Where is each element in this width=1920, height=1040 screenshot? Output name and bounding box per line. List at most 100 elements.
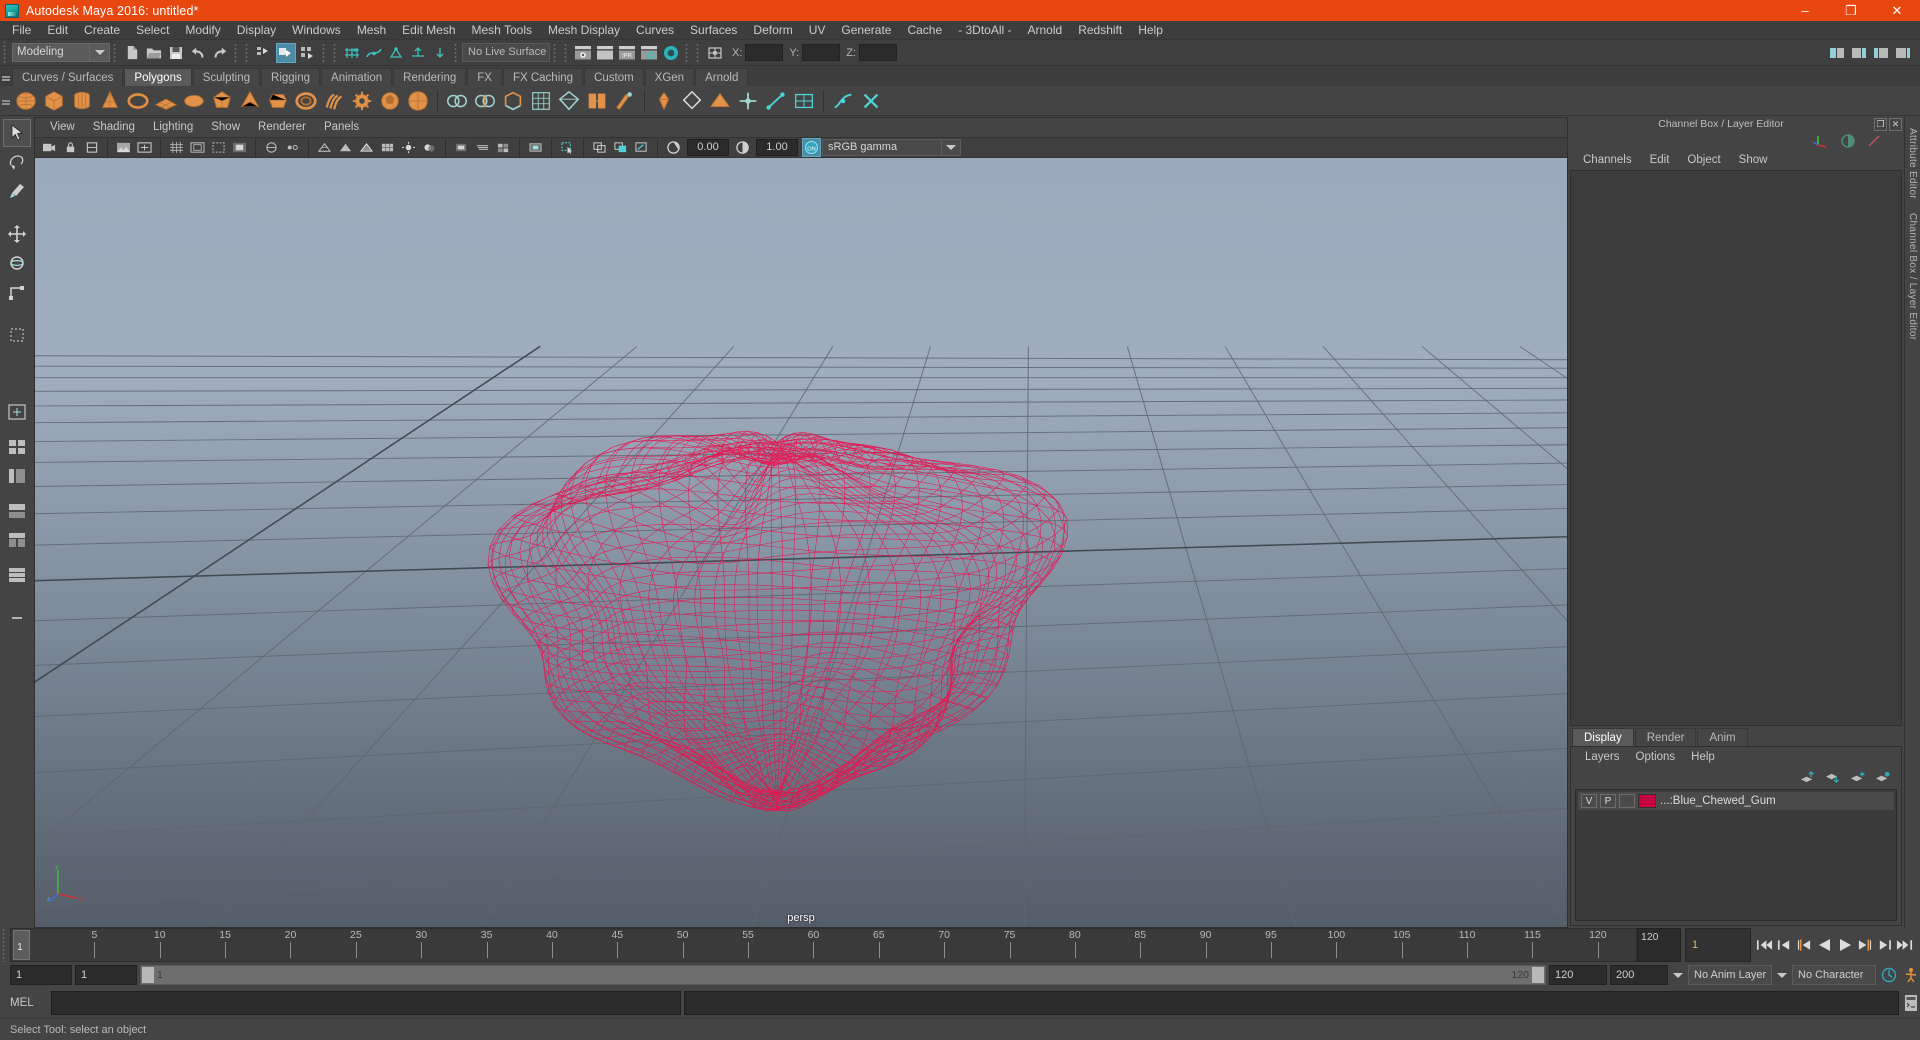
create-empty-layer-icon[interactable] <box>1849 771 1866 784</box>
poly-reduce-icon[interactable] <box>858 88 884 114</box>
layer-playback-toggle[interactable]: P <box>1600 794 1616 808</box>
bevel-icon[interactable] <box>556 88 582 114</box>
current-frame-field[interactable]: 1 <box>1685 928 1751 962</box>
layer-list[interactable]: V P ...:Blue_Chewed_Gum <box>1575 789 1897 921</box>
layer-tab-render[interactable]: Render <box>1634 728 1697 746</box>
menu-set-dropdown-arrow[interactable] <box>90 43 110 62</box>
motion-blur-icon[interactable] <box>473 138 492 157</box>
range-slider-track[interactable]: 1 120 <box>140 965 1546 985</box>
exposure-icon[interactable] <box>664 138 683 157</box>
animation-end-field[interactable]: 200 <box>1610 965 1668 985</box>
shelf-tab-arnold[interactable]: Arnold <box>695 68 749 86</box>
isolate-select-icon[interactable] <box>526 138 545 157</box>
range-start-field[interactable]: 1 <box>75 965 137 985</box>
layer-name[interactable]: ...:Blue_Chewed_Gum <box>1660 795 1776 807</box>
target-weld-icon[interactable] <box>763 88 789 114</box>
range-right-handle[interactable] <box>1532 967 1544 983</box>
wireframe-mode-icon[interactable] <box>315 138 334 157</box>
coord-x-field[interactable] <box>745 44 784 61</box>
layer-tab-anim[interactable]: Anim <box>1697 728 1748 746</box>
character-set-dropdown-arrow[interactable] <box>1775 965 1789 985</box>
auto-keyframe-icon[interactable] <box>1879 965 1898 985</box>
snap-to-curve-icon[interactable] <box>364 43 384 63</box>
menu-edit-mesh[interactable]: Edit Mesh <box>394 21 463 40</box>
menu-cache[interactable]: Cache <box>899 21 950 40</box>
viewport-menu-shading[interactable]: Shading <box>84 118 144 137</box>
scale-tool[interactable] <box>3 278 31 306</box>
layer-menu-help[interactable]: Help <box>1683 747 1723 767</box>
modeling-toolkit-icon[interactable] <box>1812 133 1830 149</box>
shelf-tab-xgen[interactable]: XGen <box>644 68 695 86</box>
shelf-row-grip[interactable] <box>0 88 12 114</box>
animation-start-field[interactable]: 1 <box>10 965 72 985</box>
poly-platonic-icon[interactable] <box>209 88 235 114</box>
select-tool[interactable] <box>3 119 31 147</box>
two-d-pan-zoom-icon[interactable] <box>135 138 154 157</box>
close-button[interactable]: ✕ <box>1874 0 1920 21</box>
menu-arnold[interactable]: Arnold <box>1020 21 1071 40</box>
step-forward-keyframe-icon[interactable] <box>1875 935 1894 955</box>
menu-mesh[interactable]: Mesh <box>349 21 394 40</box>
exposure-field[interactable]: 0.00 <box>687 139 729 156</box>
color-management-toggle-icon[interactable]: ON <box>802 138 821 157</box>
add-layout-bookmark[interactable] <box>3 604 31 632</box>
menu-mesh-tools[interactable]: Mesh Tools <box>464 21 540 40</box>
xray-joints-icon[interactable] <box>283 138 302 157</box>
undo-icon[interactable] <box>188 43 208 63</box>
command-input-field[interactable] <box>51 991 681 1015</box>
go-to-end-icon[interactable] <box>1895 935 1914 955</box>
statusline-grip[interactable] <box>2 41 9 64</box>
show-hide-modeling-toolkit-icon[interactable] <box>1827 43 1847 63</box>
shaded-wireframe-mode-icon[interactable] <box>357 138 376 157</box>
grid-toggle-icon[interactable] <box>167 138 186 157</box>
menu-display[interactable]: Display <box>229 21 284 40</box>
render-view-icon[interactable] <box>573 43 593 63</box>
combine-icon[interactable] <box>444 88 470 114</box>
select-by-component-icon[interactable] <box>298 43 318 63</box>
shelf-tab-custom[interactable]: Custom <box>584 68 644 86</box>
layer-shading-toggle[interactable] <box>1619 794 1635 808</box>
view-transform-c-icon[interactable] <box>632 138 651 157</box>
time-slider-playhead[interactable]: 1 <box>13 930 30 960</box>
camera-attributes-icon[interactable] <box>82 138 101 157</box>
channel-box-menu-object[interactable]: Object <box>1678 150 1729 170</box>
channel-box-menu-show[interactable]: Show <box>1730 150 1777 170</box>
marquee-select-icon[interactable] <box>558 138 577 157</box>
attribute-editor-tab[interactable]: Attribute Editor <box>1907 128 1918 199</box>
menu-select[interactable]: Select <box>128 21 177 40</box>
render-settings-icon[interactable] <box>639 43 659 63</box>
step-back-frame-icon[interactable] <box>1795 935 1814 955</box>
layer-menu-layers[interactable]: Layers <box>1577 747 1628 767</box>
menu-modify[interactable]: Modify <box>177 21 228 40</box>
multisample-icon[interactable] <box>494 138 513 157</box>
coord-z-field[interactable] <box>858 44 897 61</box>
image-plane-icon[interactable] <box>114 138 133 157</box>
snap-to-point-icon[interactable] <box>386 43 406 63</box>
smooth-icon[interactable] <box>679 88 705 114</box>
shelf-tab-rendering[interactable]: Rendering <box>393 68 467 86</box>
shelf-tab-polygons[interactable]: Polygons <box>124 68 192 86</box>
xray-toggle-icon[interactable] <box>262 138 281 157</box>
menu-redshift[interactable]: Redshift <box>1070 21 1130 40</box>
single-perspective-layout[interactable] <box>3 398 31 426</box>
shelf-tab-fx[interactable]: FX <box>467 68 502 86</box>
shelf-tab-grip[interactable] <box>0 68 12 86</box>
color-management-dropdown-arrow[interactable] <box>942 139 961 156</box>
poly-pyramid-icon[interactable] <box>237 88 263 114</box>
menu-windows[interactable]: Windows <box>284 21 349 40</box>
time-slider-track[interactable]: 1 5 10 15 20 25 30 35 40 45 50 55 60 65 70 75 80 85 90 95 1… <box>10 928 1637 962</box>
textured-mode-icon[interactable] <box>378 138 397 157</box>
shelf-tab-curves-surfaces[interactable]: Curves / Surfaces <box>12 68 124 86</box>
menu-edit[interactable]: Edit <box>39 21 76 40</box>
extrude-icon[interactable] <box>528 88 554 114</box>
poly-cube-icon[interactable] <box>41 88 67 114</box>
shaded-mode-icon[interactable] <box>336 138 355 157</box>
channel-box-menu-channels[interactable]: Channels <box>1574 150 1641 170</box>
poly-cylinder-icon[interactable] <box>69 88 95 114</box>
menu-deform[interactable]: Deform <box>745 21 800 40</box>
show-hide-channel-box-icon[interactable] <box>1893 43 1913 63</box>
go-to-start-icon[interactable] <box>1755 935 1774 955</box>
lasso-select-tool[interactable] <box>3 148 31 176</box>
poly-gear-icon[interactable] <box>349 88 375 114</box>
create-layer-from-selected-icon[interactable] <box>1874 771 1891 784</box>
